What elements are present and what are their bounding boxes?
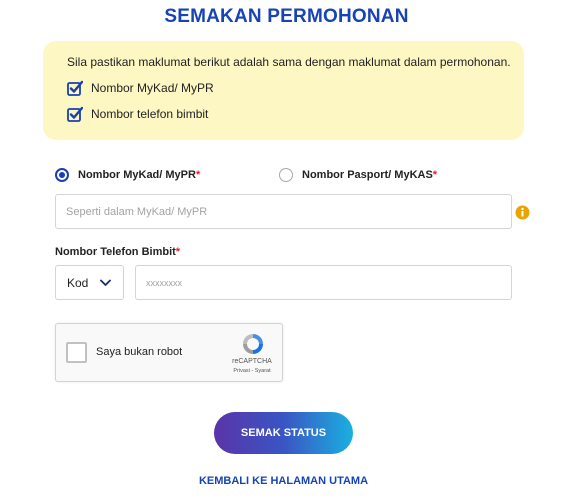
notice-item-label: Nombor telefon bimbit [91, 107, 209, 121]
required-mark: * [195, 169, 201, 181]
notice-item: Nombor MyKad/ MyPR [67, 75, 524, 101]
checkbox-checked-icon [67, 106, 83, 122]
checkbox-checked-icon [67, 80, 83, 96]
required-mark: * [175, 246, 181, 258]
id-number-input[interactable]: Seperti dalam MyKad/ MyPR [55, 194, 512, 229]
notice-item: Nombor telefon bimbit [67, 101, 524, 127]
recaptcha-brand: reCAPTCHA [232, 358, 272, 365]
recaptcha-widget: Saya bukan robot reCAPTCHA Privasi - Sya… [55, 323, 283, 382]
phone-label: Nombor Telefon Bimbit* [55, 246, 180, 258]
notice-item-label: Nombor MyKad/ MyPR [91, 81, 214, 95]
chevron-down-icon [100, 279, 111, 286]
page-title: SEMAKAN PERMOHONAN [164, 6, 409, 27]
radio-label-mykad: Nombor MyKad/ MyPR [78, 169, 196, 181]
radio-label-passport: Nombor Pasport/ MyKAS [302, 169, 433, 181]
recaptcha-links[interactable]: Privasi - Syarat [216, 368, 288, 374]
recaptcha-logo-icon [243, 334, 263, 354]
phone-number-input[interactable]: xxxxxxxx [135, 265, 512, 300]
back-home-link[interactable]: KEMBALI KE HALAMAN UTAMA [0, 475, 567, 487]
country-code-select[interactable]: Kod [55, 265, 124, 300]
phone-label-text: Nombor Telefon Bimbit [55, 246, 176, 258]
country-code-value: Kod [67, 275, 89, 290]
recaptcha-checkbox[interactable] [66, 342, 87, 363]
info-icon[interactable] [515, 205, 530, 220]
radio-selected-icon[interactable] [55, 168, 69, 182]
radio-option-passport[interactable]: Nombor Pasport/ MyKAS * [279, 168, 437, 182]
notice-box: Sila pastikan maklumat berikut adalah sa… [43, 41, 524, 140]
radio-option-mykad[interactable]: Nombor MyKad/ MyPR * [55, 168, 200, 182]
recaptcha-label: Saya bukan robot [96, 346, 183, 358]
check-status-button[interactable]: SEMAK STATUS [214, 412, 353, 454]
required-mark: * [432, 169, 438, 181]
notice-intro: Sila pastikan maklumat berikut adalah sa… [67, 55, 511, 69]
radio-unselected-icon[interactable] [279, 168, 293, 182]
